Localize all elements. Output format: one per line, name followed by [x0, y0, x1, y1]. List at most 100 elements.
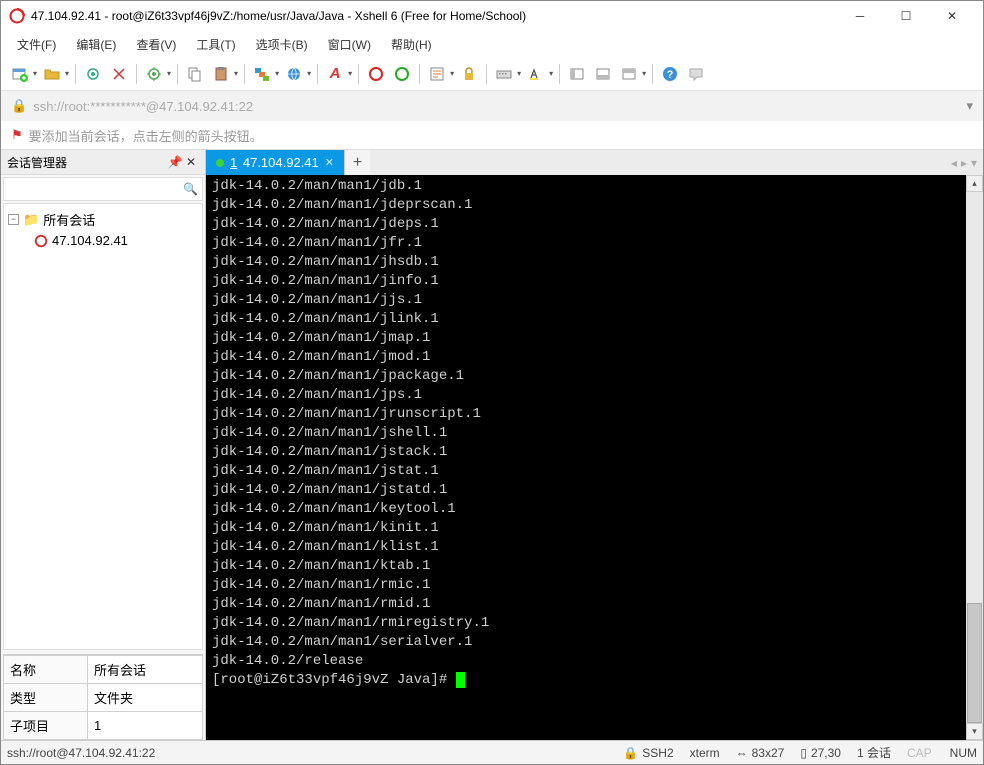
paste-icon[interactable] [210, 63, 232, 85]
menu-tools[interactable]: 工具(T) [188, 33, 243, 56]
dropdown-icon[interactable]: ▾ [275, 69, 279, 78]
tab-label: 1 47.104.92.41 [230, 155, 319, 170]
dropdown-icon[interactable]: ▾ [348, 69, 352, 78]
menu-file[interactable]: 文件(F) [9, 33, 64, 56]
menu-bar: 文件(F) 编辑(E) 查看(V) 工具(T) 选项卡(B) 窗口(W) 帮助(… [1, 31, 983, 57]
pin-icon[interactable]: 📌 [167, 155, 183, 169]
address-bar[interactable]: 🔒 ssh://root:***********@47.104.92.41:22… [1, 91, 983, 121]
globe-icon[interactable] [283, 63, 305, 85]
separator [559, 64, 560, 84]
separator [136, 64, 137, 84]
reconnect-icon[interactable] [82, 63, 104, 85]
dropdown-icon[interactable]: ▾ [642, 69, 646, 78]
open-folder-icon[interactable] [41, 63, 63, 85]
svg-text:?: ? [667, 69, 674, 81]
minimize-button[interactable]: ─ [837, 1, 883, 31]
status-term: xterm [690, 746, 720, 760]
copy-icon[interactable] [184, 63, 206, 85]
separator [486, 64, 487, 84]
prop-key: 子项目 [4, 712, 88, 740]
scroll-down-icon[interactable]: ▾ [966, 723, 983, 740]
tab-session[interactable]: 1 47.104.92.41 ✕ [206, 150, 344, 175]
find-icon[interactable] [251, 63, 273, 85]
tab-menu-icon[interactable]: ▾ [971, 156, 977, 170]
xshell-icon[interactable] [365, 63, 387, 85]
close-panel-icon[interactable]: ✕ [183, 155, 199, 169]
session-item[interactable]: 47.104.92.41 [6, 231, 200, 250]
scroll-track[interactable] [966, 192, 983, 723]
terminal[interactable]: jdk-14.0.2/man/man1/jdb.1 jdk-14.0.2/man… [206, 175, 966, 740]
tab-next-icon[interactable]: ▸ [961, 156, 967, 170]
layout1-icon[interactable] [566, 63, 588, 85]
new-tab-button[interactable]: + [344, 150, 370, 175]
chevron-down-icon[interactable]: ▾ [966, 98, 973, 114]
font-icon[interactable]: A [324, 63, 346, 85]
status-proto: 🔒SSH2 [623, 746, 673, 760]
close-button[interactable]: ✕ [929, 1, 975, 31]
separator [244, 64, 245, 84]
layout2-icon[interactable] [592, 63, 614, 85]
dropdown-icon[interactable]: ▾ [549, 69, 553, 78]
highlight-icon[interactable] [525, 63, 547, 85]
session-manager-panel: 会话管理器 📌 ✕ 🔍 − 📁 所有会话 47.104.92.41 名称所有会话… [1, 149, 206, 740]
separator [177, 64, 178, 84]
dropdown-icon[interactable]: ▾ [517, 69, 521, 78]
disconnect-icon[interactable] [108, 63, 130, 85]
hint-bar: ⚑ 要添加当前会话，点击左侧的箭头按钮。 [1, 121, 983, 149]
scroll-up-icon[interactable]: ▴ [966, 175, 983, 192]
menu-window[interactable]: 窗口(W) [320, 33, 379, 56]
lock-icon: 🔒 [623, 746, 638, 760]
keyboard-icon[interactable] [493, 63, 515, 85]
properties-icon[interactable] [143, 63, 165, 85]
status-sessions: 1 会话 [857, 744, 891, 761]
session-tree[interactable]: − 📁 所有会话 47.104.92.41 [3, 203, 203, 650]
separator [652, 64, 653, 84]
terminal-area: jdk-14.0.2/man/man1/jdb.1 jdk-14.0.2/man… [206, 175, 983, 740]
dropdown-icon[interactable]: ▾ [65, 69, 69, 78]
status-size: ⇔ 83x27 [736, 746, 785, 760]
prop-row: 子项目1 [4, 712, 203, 740]
xftp-icon[interactable] [391, 63, 413, 85]
size-icon: ⇔ [736, 746, 748, 760]
dropdown-icon[interactable]: ▾ [167, 69, 171, 78]
status-pos: ▯ 27,30 [800, 746, 841, 760]
properties-grid: 名称所有会话 类型文件夹 子项目1 [3, 654, 203, 740]
separator [317, 64, 318, 84]
terminal-scrollbar[interactable]: ▴ ▾ [966, 175, 983, 740]
prop-val: 1 [88, 712, 203, 740]
hint-text: 要添加当前会话，点击左侧的箭头按钮。 [29, 126, 263, 145]
dropdown-icon[interactable]: ▾ [307, 69, 311, 78]
status-cap: CAP [907, 746, 932, 760]
menu-view[interactable]: 查看(V) [128, 33, 184, 56]
dropdown-icon[interactable]: ▾ [450, 69, 454, 78]
status-bar: ssh://root@47.104.92.41:22 🔒SSH2 xterm ⇔… [1, 740, 983, 764]
tab-prev-icon[interactable]: ◂ [951, 156, 957, 170]
content-area: 1 47.104.92.41 ✕ + ◂ ▸ ▾ jdk-14.0.2/man/… [206, 149, 983, 740]
session-search[interactable]: 🔍 [3, 177, 203, 201]
dropdown-icon[interactable]: ▾ [234, 69, 238, 78]
search-icon: 🔍 [183, 182, 198, 196]
dropdown-icon[interactable]: ▾ [33, 69, 37, 78]
menu-tabs[interactable]: 选项卡(B) [248, 33, 316, 56]
search-input[interactable] [8, 182, 183, 196]
prop-row: 名称所有会话 [4, 656, 203, 684]
window-title: 47.104.92.41 - root@iZ6t33vpf46j9vZ:/hom… [31, 9, 837, 23]
panel-title: 会话管理器 [7, 154, 167, 171]
lock-icon: 🔒 [11, 98, 27, 114]
tree-root[interactable]: − 📁 所有会话 [6, 208, 200, 231]
scroll-thumb[interactable] [967, 603, 982, 723]
menu-edit[interactable]: 编辑(E) [68, 33, 124, 56]
collapse-icon[interactable]: − [8, 214, 19, 225]
session-label: 47.104.92.41 [52, 233, 128, 248]
maximize-button[interactable]: ☐ [883, 1, 929, 31]
menu-help[interactable]: 帮助(H) [383, 33, 440, 56]
separator [358, 64, 359, 84]
help-icon[interactable]: ? [659, 63, 681, 85]
layout3-icon[interactable] [618, 63, 640, 85]
script-icon[interactable] [426, 63, 448, 85]
lock-icon[interactable] [458, 63, 480, 85]
cursor-pos-icon: ▯ [800, 746, 807, 760]
new-session-icon[interactable] [9, 63, 31, 85]
tab-close-icon[interactable]: ✕ [325, 156, 334, 169]
chat-icon[interactable] [685, 63, 707, 85]
